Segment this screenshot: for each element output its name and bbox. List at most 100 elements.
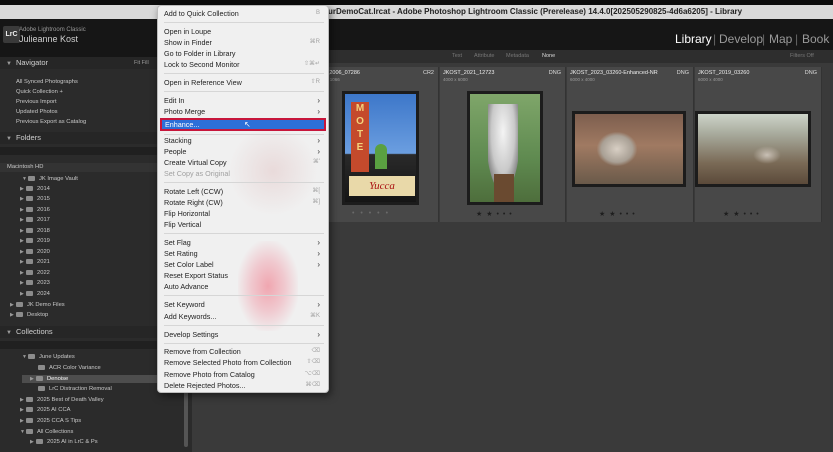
filter-tab-attribute[interactable]: Attribute: [474, 53, 494, 59]
filter-preset[interactable]: Filters Off: [790, 53, 814, 59]
module-book[interactable]: Book: [802, 32, 829, 46]
catalog-item[interactable]: Previous Export as Catalog: [16, 119, 86, 125]
catalog-item[interactable]: Updated Photos: [16, 109, 58, 115]
menu-item-enhance[interactable]: Enhance... ↖: [160, 118, 326, 131]
cell-dimensions: 6000 x 4000: [698, 77, 723, 82]
star-rating[interactable]: ★ ★ • • •: [599, 210, 636, 218]
mouse-cursor-icon: ↖: [244, 120, 251, 129]
menu-item-edit-in[interactable]: Edit In ›: [164, 95, 324, 106]
thumbnail-cell[interactable]: JKOST_2019_03260 6000 x 4000 DNG ★ ★ • •…: [695, 67, 822, 222]
filter-tab-none[interactable]: None: [542, 53, 555, 59]
folder-root[interactable]: ▼ JK Image Vault: [22, 176, 78, 182]
folder-year[interactable]: ▶ 2017: [20, 217, 50, 223]
menu-item-rotate-left[interactable]: Rotate Left (CCW) ⌘[: [164, 186, 324, 197]
collection-set[interactable]: ▶ 2025 Best of Death Valley: [20, 397, 104, 403]
folder-icon: [26, 238, 33, 243]
menu-item-photo-merge[interactable]: Photo Merge ›: [164, 106, 324, 117]
folder-year[interactable]: ▶ 2022: [20, 270, 50, 276]
folder-year[interactable]: ▶ 2023: [20, 280, 50, 286]
catalog-item[interactable]: Previous Import: [16, 99, 57, 105]
menu-item-remove-from-catalog[interactable]: Remove Photo from Catalog ⌥⌫: [164, 369, 324, 380]
cactus-graphic: [375, 144, 387, 169]
menu-item-delete-rejected[interactable]: Delete Rejected Photos... ⌘⌫: [164, 380, 324, 391]
folder-year[interactable]: ▶ 2020: [20, 249, 50, 255]
collection-set[interactable]: ▼ June Updates: [22, 354, 75, 360]
folder-other[interactable]: ▶ JK Demo Files: [10, 302, 65, 308]
thumbnail-image[interactable]: [467, 91, 543, 205]
menu-item-flip-horizontal[interactable]: Flip Horizontal: [164, 208, 324, 219]
folder-year[interactable]: ▶ 2021: [20, 259, 50, 265]
thumbnail-cell[interactable]: jkost_2006_07286 1600 x 1066 CR2 MOTE Yu…: [312, 67, 439, 222]
folder-year[interactable]: ▶ 2024: [20, 291, 50, 297]
filter-tab-metadata[interactable]: Metadata: [506, 53, 529, 59]
thumbnail-cell[interactable]: JKOST_2021_12723 4000 x 6000 DNG ★ ★ • •…: [440, 67, 566, 222]
collection-set[interactable]: ▼ All Collections: [20, 429, 73, 435]
collection-item[interactable]: ACR Color Variance: [38, 365, 101, 371]
folder-year[interactable]: ▶ 2018: [20, 228, 50, 234]
collection-set-icon: [28, 354, 35, 359]
submenu-arrow-icon: ›: [317, 96, 320, 105]
collection-set[interactable]: ▶ 2025 CCA S Tips: [20, 418, 81, 424]
menu-item-go-to-folder[interactable]: Go to Folder in Library: [164, 48, 324, 59]
menu-item-develop-settings[interactable]: Develop Settings ›: [164, 329, 324, 340]
collection-set-icon: [26, 407, 33, 412]
menu-separator: [164, 295, 324, 296]
menu-item-auto-advance[interactable]: Auto Advance: [164, 281, 324, 292]
thumbnail-image[interactable]: [695, 111, 811, 187]
menu-item-create-virtual-copy[interactable]: Create Virtual Copy ⌘': [164, 157, 324, 168]
collection-set[interactable]: ▶ 2025 AI CCA: [20, 407, 71, 413]
module-separator: |: [762, 32, 766, 46]
star-rating[interactable]: ★ ★ • • •: [723, 210, 760, 218]
hawk-graphic: [488, 104, 518, 184]
catalog-item[interactable]: All Synced Photographs: [16, 79, 78, 85]
folder-year[interactable]: ▶ 2014: [20, 186, 50, 192]
filter-tab-text[interactable]: Text: [452, 53, 462, 59]
menu-item-set-rating[interactable]: Set Rating ›: [164, 248, 324, 259]
folder-year[interactable]: ▶ 2016: [20, 207, 50, 213]
menu-item-stacking[interactable]: Stacking ›: [164, 135, 324, 146]
menu-item-set-copy-original: Set Copy as Original: [164, 169, 230, 178]
collection-item-selected[interactable]: ▶ Denoise: [30, 376, 68, 382]
thumbnail-image[interactable]: MOTE Yucca: [342, 91, 419, 205]
module-map[interactable]: Map: [769, 32, 792, 46]
menu-item-lock-second-monitor[interactable]: Lock to Second Monitor ⇧⌘↵: [164, 59, 324, 70]
menu-item-flip-vertical[interactable]: Flip Vertical: [164, 219, 324, 230]
menu-item-people[interactable]: People ›: [164, 146, 324, 157]
navigator-zoom[interactable]: Fit Fill: [134, 57, 149, 69]
menu-item-add-quick-collection[interactable]: Add to Quick Collection B: [164, 8, 324, 19]
collection-set-icon: [26, 397, 33, 402]
menu-item-open-in-loupe[interactable]: Open in Loupe: [164, 26, 324, 37]
menu-item-open-reference-view[interactable]: Open in Reference View ⇧R: [164, 77, 324, 88]
catalog-item[interactable]: Quick Collection +: [16, 89, 63, 95]
folder-year[interactable]: ▶ 2019: [20, 238, 50, 244]
folder-year[interactable]: ▶ 2015: [20, 196, 50, 202]
collection-set[interactable]: ▶ 2025 AI in LrC & Ps: [30, 439, 98, 445]
module-develop[interactable]: Develop: [719, 32, 763, 46]
menu-item-remove-selected-photo[interactable]: Remove Selected Photo from Collection ⇧⌫: [164, 357, 324, 368]
menu-item-rotate-right[interactable]: Rotate Right (CW) ⌘]: [164, 197, 324, 208]
menu-item-remove-from-collection[interactable]: Remove from Collection ⌫: [164, 346, 324, 357]
star-rating[interactable]: ★ ★ • • •: [476, 210, 513, 218]
menu-separator: [164, 233, 324, 234]
window-titlebar: urDemoCat.lrcat - Adobe Photoshop Lightr…: [0, 5, 833, 19]
submenu-arrow-icon: ›: [317, 260, 320, 269]
menu-item-set-color-label[interactable]: Set Color Label ›: [164, 259, 324, 270]
menu-item-set-flag[interactable]: Set Flag ›: [164, 237, 324, 248]
star-rating[interactable]: • • • • •: [352, 210, 390, 217]
collapse-triangle-icon: ▼: [6, 330, 12, 336]
cell-filetype: DNG: [804, 70, 817, 76]
folder-other[interactable]: ▶ Desktop: [10, 312, 48, 318]
menu-item-add-keywords[interactable]: Add Keywords... ⌘K: [164, 311, 324, 322]
menu-item-show-in-finder[interactable]: Show in Finder ⌘R: [164, 37, 324, 48]
folder-icon: [26, 249, 33, 254]
folder-icon: [26, 228, 33, 233]
module-library[interactable]: Library: [675, 32, 712, 46]
thumbnail-cell[interactable]: JKOST_2023_03260-Enhanced-NR 6000 x 4000…: [567, 67, 694, 222]
thumbnail-image[interactable]: [572, 111, 686, 187]
app-name: Adobe Lightroom Classic: [19, 27, 86, 33]
menu-item-set-keyword[interactable]: Set Keyword ›: [164, 299, 324, 310]
menu-item-reset-export-status[interactable]: Reset Export Status: [164, 270, 324, 281]
collection-item[interactable]: LrC Distraction Removal: [38, 386, 112, 392]
folder-icon: [26, 217, 33, 222]
folder-icon: [16, 312, 23, 317]
